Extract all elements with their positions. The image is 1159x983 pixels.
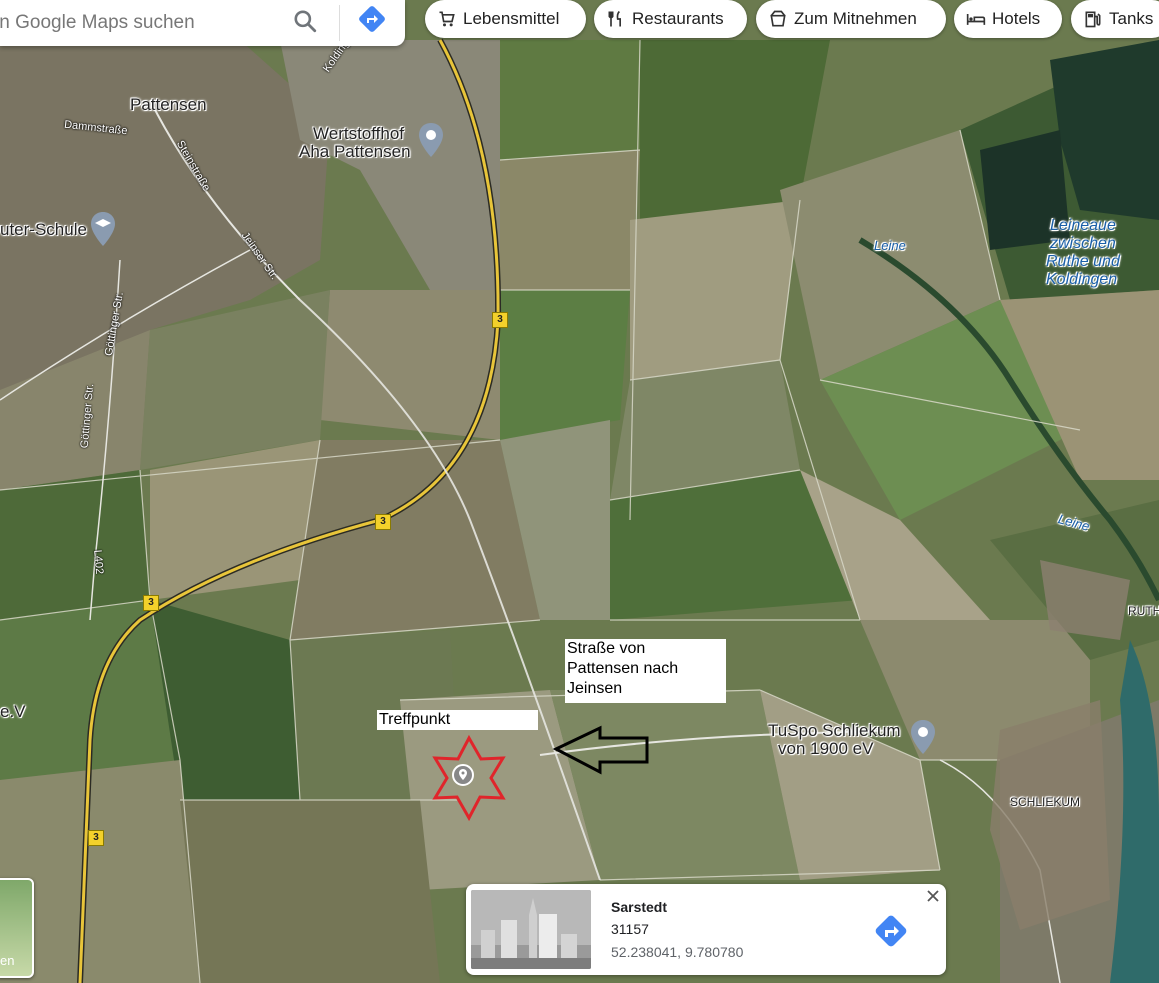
river-label: Leine [874,238,906,253]
place-label[interactable]: Wertstoffhof [313,124,404,144]
road-annotation-line: Pattensen nach [567,660,679,677]
chip-tankstellen[interactable]: Tanks [1071,0,1159,38]
layer-switcher[interactable]: en [0,878,34,978]
water-label[interactable]: Leineaue [1050,217,1116,235]
search-divider [339,5,340,41]
poi-pin-icon[interactable] [419,123,443,157]
chip-zum-mitnehmen[interactable]: Zum Mitnehmen [756,0,946,38]
chip-restaurants[interactable]: Restaurants [594,0,747,38]
chip-hotels[interactable]: Hotels [954,0,1062,38]
place-thumbnail[interactable] [471,890,591,969]
place-label[interactable]: SCHLIEKUM [1010,795,1080,809]
directions-icon[interactable] [357,4,387,34]
layer-label: en [0,953,15,968]
chip-label: Tanks [1109,9,1154,28]
cart-icon [439,11,455,27]
place-label[interactable]: RUTH [1128,604,1159,618]
road-shield: 3 [492,312,508,328]
water-label[interactable]: Ruthe und [1046,253,1120,271]
city-illustration-icon [471,890,591,969]
place-title: Sarstedt [611,899,668,915]
directions-icon[interactable] [871,911,911,951]
place-label[interactable]: e.V [0,702,26,722]
place-label[interactable]: von 1900 eV [778,739,873,759]
tuspo-pin-icon[interactable] [911,720,935,754]
location-pin-icon[interactable] [452,764,474,788]
road-shield: 3 [143,595,159,611]
search-box: In Google Maps suchen [0,0,405,46]
chip-label: Restaurants [632,9,724,28]
fuel-icon [1085,11,1101,28]
place-label[interactable]: Pattensen [130,95,207,115]
street-label: L402 [91,549,106,575]
close-icon[interactable] [926,889,940,903]
water-label[interactable]: zwischen [1050,235,1116,253]
road-annotation-line: Straße von [567,640,646,657]
water-label[interactable]: Koldingen [1046,271,1117,289]
treffpunkt-annotation: Treffpunkt [377,710,538,730]
satellite-map[interactable] [0,0,1159,983]
search-icon[interactable] [292,8,318,34]
place-label[interactable]: Aha Pattensen [299,142,411,162]
place-label[interactable]: uter-Schule [0,220,87,240]
search-input[interactable]: In Google Maps suchen [0,12,195,34]
place-info-card[interactable]: Sarstedt 31157 52.238041, 9.780780 [466,884,946,975]
chip-lebensmittel[interactable]: Lebensmittel [425,0,586,38]
place-coordinates: 52.238041, 9.780780 [611,944,744,960]
chip-label: Hotels [992,9,1041,28]
fork-knife-icon [608,10,621,27]
bed-icon [966,14,986,25]
chip-label: Zum Mitnehmen [794,9,917,28]
place-label[interactable]: TuSpo Schliekum [768,721,901,741]
school-pin-icon[interactable] [91,212,115,246]
place-postcode: 31157 [611,921,649,937]
road-annotation-line: Jeinsen [567,680,623,697]
road-shield: 3 [88,830,104,846]
road-shield: 3 [375,514,391,530]
takeout-icon [770,10,786,27]
road-annotation: Straße von Pattensen nach Jeinsen [565,639,726,703]
chip-label: Lebensmittel [463,9,560,28]
